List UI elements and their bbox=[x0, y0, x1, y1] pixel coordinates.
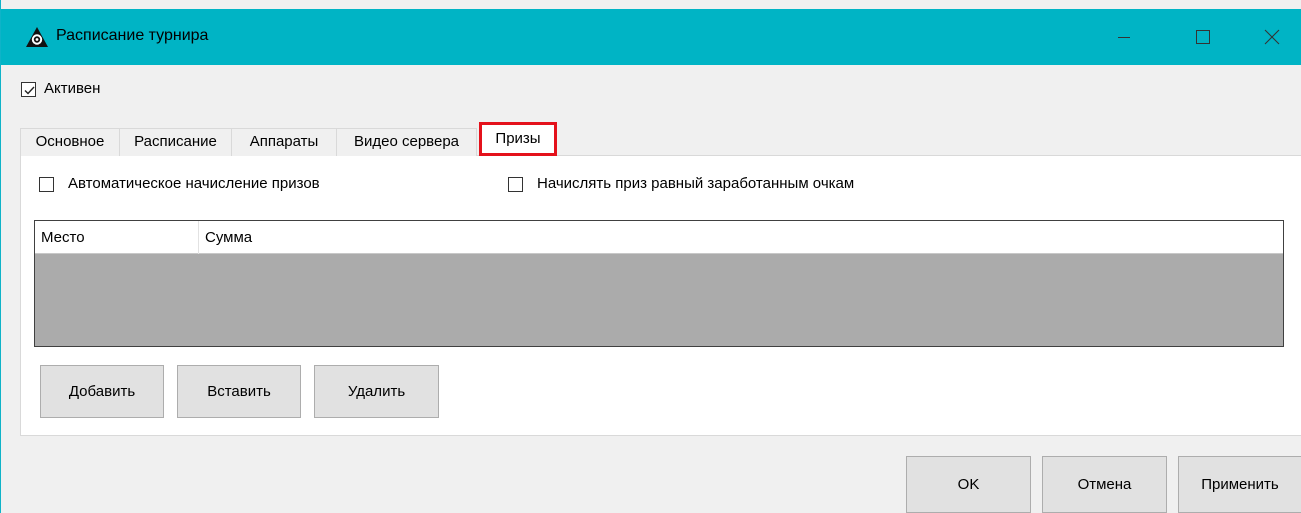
column-header-sum[interactable]: Сумма bbox=[199, 221, 599, 254]
minimize-icon bbox=[1118, 37, 1130, 38]
auto-prize-label[interactable]: Автоматическое начисление призов bbox=[68, 175, 320, 192]
ok-button[interactable]: OK bbox=[906, 456, 1031, 513]
prizes-grid[interactable]: Место Сумма bbox=[34, 220, 1284, 347]
apply-button[interactable]: Применить bbox=[1178, 456, 1301, 513]
close-icon bbox=[1264, 29, 1280, 45]
maximize-icon bbox=[1196, 30, 1210, 44]
equal-points-checkbox[interactable] bbox=[508, 177, 523, 192]
active-label[interactable]: Активен bbox=[44, 80, 100, 97]
tab-devices[interactable]: Аппараты bbox=[231, 128, 337, 156]
column-header-place[interactable]: Место bbox=[35, 221, 199, 254]
active-checkbox[interactable] bbox=[21, 82, 36, 97]
tournament-app-icon bbox=[26, 27, 48, 47]
minimize-button[interactable] bbox=[1094, 9, 1154, 65]
dialog-window: Расписание турнира Активен Основное Расп… bbox=[0, 0, 1301, 513]
auto-prize-checkbox[interactable] bbox=[39, 177, 54, 192]
tab-schedule[interactable]: Расписание bbox=[119, 128, 232, 156]
window-title: Расписание турнира bbox=[56, 27, 209, 44]
add-button[interactable]: Добавить bbox=[40, 365, 164, 418]
maximize-button[interactable] bbox=[1173, 9, 1233, 65]
tab-prizes[interactable]: Призы bbox=[479, 122, 557, 156]
checkmark-icon bbox=[24, 86, 35, 95]
grid-header: Место Сумма bbox=[35, 221, 1283, 254]
title-bar[interactable]: Расписание турнира bbox=[1, 9, 1301, 65]
cancel-button[interactable]: Отмена bbox=[1042, 456, 1167, 513]
tab-video-servers[interactable]: Видео сервера bbox=[336, 128, 477, 156]
equal-points-label[interactable]: Начислять приз равный заработанным очкам bbox=[537, 175, 854, 192]
close-button[interactable] bbox=[1242, 9, 1301, 65]
tab-basic[interactable]: Основное bbox=[20, 128, 120, 156]
insert-button[interactable]: Вставить bbox=[177, 365, 301, 418]
delete-button[interactable]: Удалить bbox=[314, 365, 439, 418]
